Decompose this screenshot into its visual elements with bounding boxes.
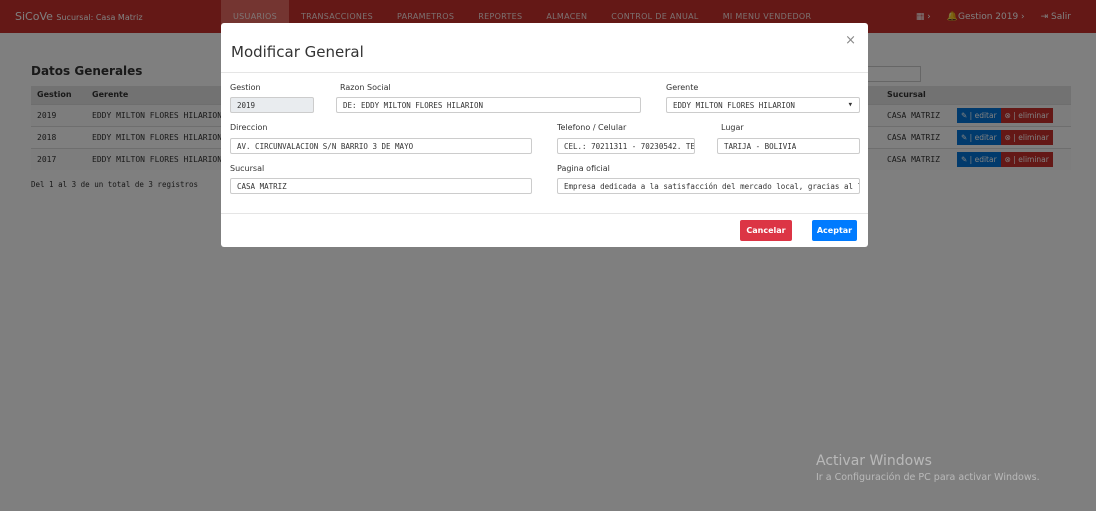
lugar-field[interactable]: TARIJA - BOLIVIA bbox=[717, 138, 860, 154]
telefono-label: Telefono / Celular bbox=[557, 123, 627, 132]
razon-social-field[interactable]: DE: EDDY MILTON FLORES HILARION bbox=[336, 97, 641, 113]
lugar-label: Lugar bbox=[721, 123, 744, 132]
telefono-field[interactable]: CEL.: 70211311 - 70230542. TELF.: bbox=[557, 138, 695, 154]
watermark-title: Activar Windows bbox=[816, 453, 932, 469]
gerente-label: Gerente bbox=[666, 83, 699, 92]
razon-social-label: Razon Social bbox=[340, 83, 391, 92]
pagina-label: Pagina oficial bbox=[557, 164, 610, 173]
direccion-label: Direccion bbox=[230, 123, 268, 132]
pagina-field[interactable]: Empresa dedicada a la satisfacción del m… bbox=[557, 178, 860, 194]
sucursal-label: Sucursal bbox=[230, 164, 265, 173]
cancel-button[interactable]: Cancelar bbox=[740, 220, 792, 241]
direccion-field[interactable]: AV. CIRCUNVALACION S/N BARRIO 3 DE MAYO bbox=[230, 138, 532, 154]
watermark-subtitle: Ir a Configuración de PC para activar Wi… bbox=[816, 472, 1040, 483]
close-icon[interactable]: × bbox=[845, 33, 856, 48]
edit-general-modal: Modificar General × Gestion 2019 Razon S… bbox=[221, 23, 868, 247]
modal-title: Modificar General bbox=[231, 43, 364, 61]
gestion-label: Gestion bbox=[230, 83, 261, 92]
gerente-select[interactable]: EDDY MILTON FLORES HILARION bbox=[666, 97, 860, 113]
sucursal-field[interactable]: CASA MATRIZ bbox=[230, 178, 532, 194]
modal-header-divider bbox=[221, 72, 868, 73]
modal-footer-divider bbox=[221, 213, 868, 214]
windows-activation-watermark: Activar Windows Ir a Configuración de PC… bbox=[816, 453, 1040, 483]
accept-button[interactable]: Aceptar bbox=[812, 220, 857, 241]
gestion-field[interactable]: 2019 bbox=[230, 97, 314, 113]
